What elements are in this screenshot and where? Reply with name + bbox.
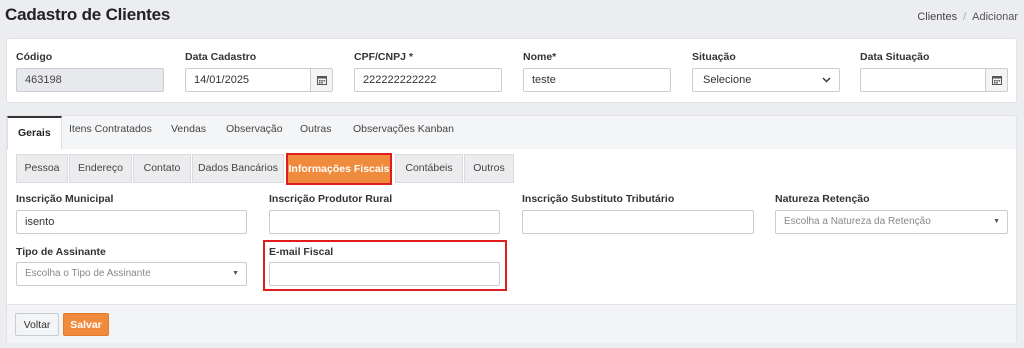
data-cadastro-label: Data Cadastro	[185, 51, 257, 63]
caret-down-icon: ▼	[993, 218, 1000, 225]
breadcrumb-adicionar: Adicionar	[972, 11, 1018, 23]
tab-observacao[interactable]: Observação	[226, 123, 283, 135]
subtab-outros[interactable]: Outros	[464, 154, 514, 183]
data-situacao-label: Data Situação	[860, 51, 930, 63]
tab-observacoes-kanban[interactable]: Observações Kanban	[353, 123, 454, 135]
breadcrumb: Clientes / Adicionar	[917, 11, 1018, 23]
inscricao-municipal-label: Inscrição Municipal	[16, 193, 114, 205]
subtab-dados-bancarios[interactable]: Dados Bancários	[192, 154, 284, 183]
data-cadastro-value: 14/01/2025	[194, 74, 250, 86]
situacao-label: Situação	[692, 51, 736, 63]
nome-label: Nome*	[523, 51, 557, 63]
breadcrumb-clientes[interactable]: Clientes	[917, 11, 957, 23]
natureza-retencao-placeholder: Escolha a Natureza da Retenção	[784, 216, 931, 227]
client-details-card: Gerais Itens Contratados Vendas Observaç…	[6, 115, 1017, 343]
main-tabs: Gerais Itens Contratados Vendas Observaç…	[7, 116, 1016, 150]
tab-outras[interactable]: Outras	[300, 123, 332, 135]
save-button[interactable]: Salvar	[63, 313, 109, 336]
cpf-cnpj-label: CPF/CNPJ *	[354, 51, 413, 63]
subtab-endereco[interactable]: Endereço	[69, 154, 132, 183]
inscricao-produtor-rural-field[interactable]	[269, 210, 500, 234]
inscricao-produtor-rural-label: Inscrição Produtor Rural	[269, 193, 393, 205]
inscricao-substituto-field[interactable]	[522, 210, 754, 234]
email-fiscal-label: E-mail Fiscal	[269, 246, 334, 258]
back-button[interactable]: Voltar	[15, 313, 59, 336]
tipo-assinante-label: Tipo de Assinante	[16, 246, 106, 258]
codigo-field: 463198	[16, 68, 164, 92]
tipo-assinante-placeholder: Escolha o Tipo de Assinante	[25, 268, 151, 279]
tab-gerais[interactable]: Gerais	[7, 116, 62, 150]
situacao-value: Selecione	[703, 74, 752, 86]
codigo-label: Código	[16, 51, 53, 63]
tab-itens-contratados[interactable]: Itens Contratados	[69, 123, 152, 135]
subtab-pessoa[interactable]: Pessoa	[16, 154, 68, 183]
tipo-assinante-select[interactable]: Escolha o Tipo de Assinante ▼	[16, 262, 247, 286]
client-header-card: Código 463198 Data Cadastro 14/01/2025 C…	[6, 38, 1017, 103]
natureza-retencao-select[interactable]: Escolha a Natureza da Retenção ▼	[775, 210, 1008, 234]
tab-vendas[interactable]: Vendas	[171, 123, 206, 135]
breadcrumb-separator: /	[963, 11, 967, 23]
data-situacao-field[interactable]	[860, 68, 1008, 92]
page-title: Cadastro de Clientes	[5, 5, 171, 24]
caret-down-icon: ▼	[232, 270, 239, 277]
data-cadastro-field[interactable]: 14/01/2025	[185, 68, 333, 92]
email-fiscal-field[interactable]	[269, 262, 500, 286]
inscricao-substituto-label: Inscrição Substituto Tributário	[522, 193, 675, 205]
calendar-icon[interactable]	[985, 69, 1007, 91]
subtab-contabeis[interactable]: Contábeis	[395, 154, 463, 183]
tabs-background	[7, 116, 1016, 149]
cpf-cnpj-field[interactable]: 222222222222	[354, 68, 502, 92]
situacao-select[interactable]: Selecione	[692, 68, 840, 92]
inscricao-municipal-field[interactable]: isento	[16, 210, 247, 234]
subtab-contato[interactable]: Contato	[133, 154, 191, 183]
calendar-icon[interactable]	[310, 69, 332, 91]
nome-field[interactable]: teste	[523, 68, 671, 92]
subtab-informacoes-fiscais[interactable]: Informações Fiscais	[286, 153, 392, 185]
form-footer: Voltar Salvar	[7, 304, 1016, 343]
chevron-down-icon	[822, 69, 831, 91]
natureza-retencao-label: Natureza Retenção	[775, 193, 870, 205]
